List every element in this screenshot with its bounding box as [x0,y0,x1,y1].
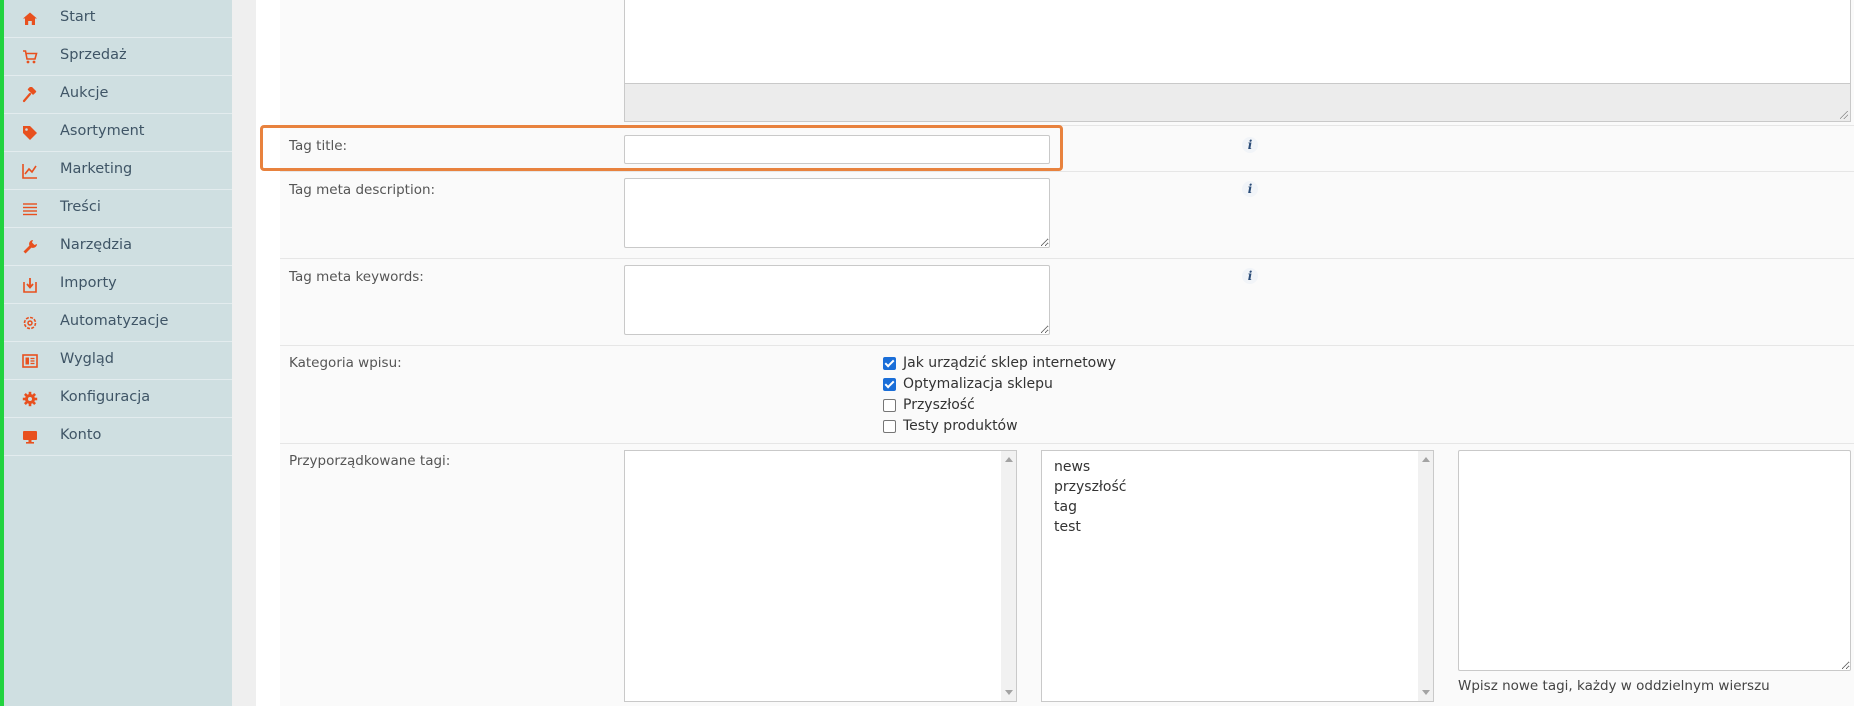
category-option-label: Jak urządzić sklep internetowy [903,355,1116,371]
scrollbar[interactable] [1418,451,1433,701]
category-label: Kategoria wpisu: [289,355,402,371]
wrench-icon [21,238,39,256]
sidebar-item-label: Aukcje [60,85,109,101]
cart-icon [21,48,39,66]
meta-description-label: Tag meta description: [289,182,436,198]
tag-option[interactable]: tag [1042,497,1433,517]
sidebar-item-label: Narzędzia [60,237,132,253]
scroll-up-icon[interactable] [1422,457,1430,462]
content-gutter [232,0,256,706]
meta-keywords-row: Tag meta keywords: i [280,259,1854,346]
meta-description-row: Tag meta description: i [280,172,1854,259]
sidebar-nav: Start Sprzedaż Aukcje Asortyment Marketi… [4,0,232,456]
cog-outline-icon [21,314,39,332]
sidebar-item-sprzedaz[interactable]: Sprzedaż [4,38,232,76]
tags-row: Przyporządkowane tagi: news przyszłość t… [280,444,1854,706]
monitor-icon [21,428,39,446]
info-icon[interactable]: i [1242,137,1258,153]
category-option-label: Przyszłość [903,397,975,413]
sidebar-item-label: Automatyzacje [60,313,169,329]
content-editor-area[interactable] [624,0,1851,84]
category-option[interactable]: Testy produktów [883,416,1018,436]
category-option[interactable]: Przyszłość [883,395,975,415]
sidebar-item-asortyment[interactable]: Asortyment [4,114,232,152]
info-icon[interactable]: i [1242,268,1258,284]
sidebar-item-label: Wygląd [60,351,114,367]
sidebar-item-konfiguracja[interactable]: Konfiguracja [4,380,232,418]
scroll-up-icon[interactable] [1005,457,1013,462]
sidebar-item-konto[interactable]: Konto [4,418,232,456]
sidebar: Start Sprzedaż Aukcje Asortyment Marketi… [0,0,232,706]
meta-keywords-textarea[interactable] [624,265,1050,335]
list-icon [21,200,39,218]
checkbox-checked[interactable] [883,377,896,391]
available-tags-listbox[interactable]: news przyszłość tag test [1041,450,1434,702]
tag-icon [21,124,39,142]
category-option[interactable]: Jak urządzić sklep internetowy [883,353,1116,373]
tag-title-label: Tag title: [289,138,348,154]
info-icon[interactable]: i [1242,181,1258,197]
editor-row [280,0,1854,126]
sidebar-item-label: Sprzedaż [60,47,127,63]
checkbox-checked[interactable] [883,356,896,370]
scrollbar[interactable] [1001,451,1016,701]
sidebar-item-tresci[interactable]: Treści [4,190,232,228]
layout-icon [21,352,39,370]
sidebar-item-label: Marketing [60,161,133,177]
editor-statusbar [624,84,1851,122]
scroll-down-icon[interactable] [1005,690,1013,695]
checkbox-unchecked[interactable] [883,398,896,412]
sidebar-item-wyglad[interactable]: Wygląd [4,342,232,380]
tag-option[interactable]: test [1042,517,1433,537]
category-option-label: Testy produktów [903,418,1018,434]
sidebar-item-marketing[interactable]: Marketing [4,152,232,190]
tag-option[interactable]: przyszłość [1042,477,1433,497]
resize-handle-icon[interactable] [1840,111,1848,119]
gear-icon [21,390,39,408]
sidebar-item-label: Start [60,9,96,25]
gavel-icon [21,86,39,104]
sidebar-item-label: Konfiguracja [60,389,151,405]
tag-title-input[interactable] [624,135,1050,164]
assigned-tags-listbox[interactable] [624,450,1017,702]
chart-line-icon [21,162,39,180]
sidebar-item-automatyzacje[interactable]: Automatyzacje [4,304,232,342]
new-tags-textarea[interactable] [1458,450,1851,671]
new-tags-hint: Wpisz nowe tagi, każdy w oddzielnym wier… [1458,678,1770,694]
sidebar-item-label: Asortyment [60,123,145,139]
category-option[interactable]: Optymalizacja sklepu [883,374,1053,394]
home-icon [21,10,39,28]
tag-option[interactable]: news [1042,457,1433,477]
category-option-label: Optymalizacja sklepu [903,376,1053,392]
sidebar-item-label: Konto [60,427,102,443]
scroll-down-icon[interactable] [1422,690,1430,695]
sidebar-item-label: Treści [60,199,101,215]
tags-label: Przyporządkowane tagi: [289,453,451,469]
checkbox-unchecked[interactable] [883,419,896,433]
import-icon [21,276,39,294]
meta-keywords-label: Tag meta keywords: [289,269,424,285]
sidebar-item-start[interactable]: Start [4,0,232,38]
sidebar-item-narzedzia[interactable]: Narzędzia [4,228,232,266]
meta-description-textarea[interactable] [624,178,1050,248]
sidebar-item-importy[interactable]: Importy [4,266,232,304]
tag-title-row: Tag title: i [280,126,1854,172]
sidebar-item-aukcje[interactable]: Aukcje [4,76,232,114]
sidebar-item-label: Importy [60,275,117,291]
form-content: Tag title: i Tag meta description: i Tag… [256,0,1862,706]
